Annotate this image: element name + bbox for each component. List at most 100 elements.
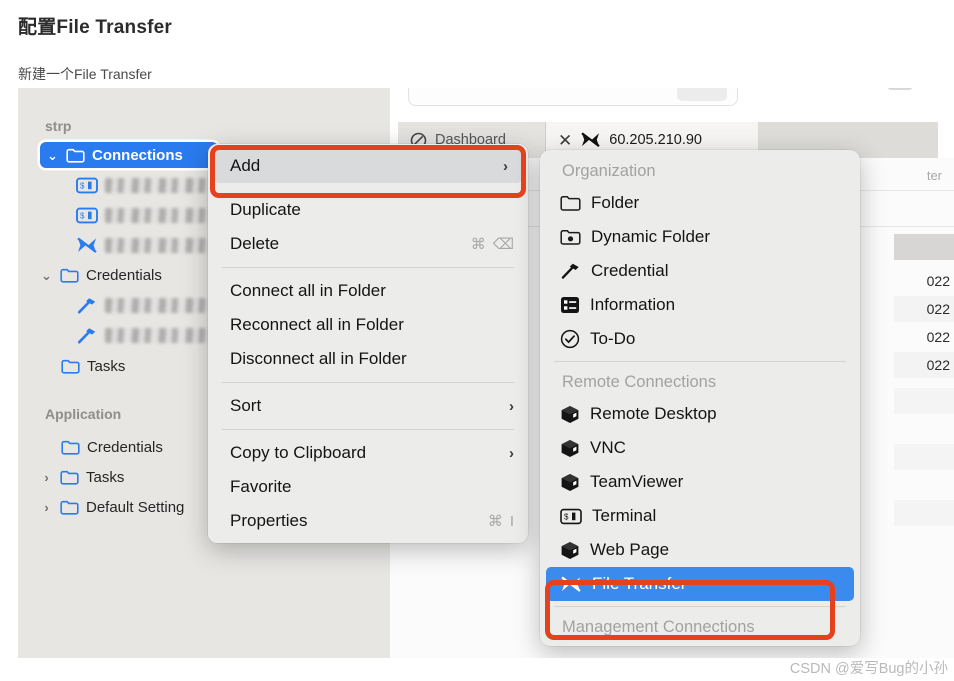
submenu-section-management: Management Connections [562, 617, 755, 636]
cube-icon [560, 541, 580, 560]
submenu-item-credential[interactable]: Credential [540, 254, 860, 288]
submenu-section-remote: Remote Connections [562, 372, 717, 391]
search-pill[interactable] [677, 88, 727, 101]
folder-icon [60, 268, 79, 283]
shortcut-key: I [509, 512, 514, 530]
chevron-down-icon[interactable]: ⌄ [40, 269, 53, 282]
credential-key-icon [76, 296, 98, 315]
file-transfer-icon [580, 131, 601, 149]
submenu-item-web-page[interactable]: Web Page [540, 533, 860, 567]
folder-icon [60, 500, 79, 515]
submenu-item-label: Dynamic Folder [591, 227, 711, 246]
folder-icon [66, 148, 85, 163]
table-row[interactable]: 022 [894, 268, 954, 294]
submenu-item-label: Information [590, 295, 676, 314]
file-transfer-icon [560, 575, 582, 594]
search-input[interactable] [408, 88, 738, 106]
menu-divider [222, 267, 514, 268]
tab-label: 60.205.210.90 [609, 132, 702, 148]
submenu-item-todo[interactable]: To-Do [540, 322, 860, 356]
chevron-right-icon[interactable]: › [40, 501, 53, 514]
folder-icon [61, 440, 80, 455]
credential-key-icon [76, 326, 98, 345]
folder-icon [60, 470, 79, 485]
submenu-item-label: Credential [591, 261, 669, 280]
add-submenu: Organization Folder Dynamic Folder Crede… [540, 150, 860, 646]
context-menu-item-properties[interactable]: Properties ⌘ I [208, 504, 528, 538]
sidebar-item-credential-1[interactable] [76, 292, 225, 318]
submenu-item-information[interactable]: Information [540, 288, 860, 322]
sidebar-group-title-strp: strp [45, 118, 72, 134]
menu-item-label: Connect all in Folder [230, 281, 386, 300]
context-menu-item-delete[interactable]: Delete ⌘ ⌫ [208, 227, 528, 261]
context-menu-item-disconnect-all[interactable]: Disconnect all in Folder [208, 342, 528, 376]
credential-key-icon [560, 262, 581, 280]
sidebar-item-app-credentials[interactable]: Credentials [61, 434, 163, 460]
screenshot-frame: strp ⌄ Connections $ $ ⌄ Credentials Tas… [18, 88, 954, 658]
terminal-icon: $ [76, 207, 98, 224]
context-menu-item-favorite[interactable]: Favorite [208, 470, 528, 504]
chevron-right-icon: › [509, 444, 514, 462]
submenu-item-label: Terminal [592, 506, 657, 525]
menu-item-label: Disconnect all in Folder [230, 349, 407, 368]
sidebar-item-label: Credentials [87, 438, 163, 456]
submenu-divider [554, 606, 846, 607]
context-menu-item-add[interactable]: Add › [214, 149, 522, 183]
sidebar-group-title-application: Application [45, 406, 122, 422]
menu-item-label: Reconnect all in Folder [230, 315, 404, 334]
table-row[interactable]: 022 [894, 296, 954, 322]
menu-item-label: Favorite [230, 477, 292, 496]
submenu-divider [554, 361, 846, 362]
sidebar-item-tasks[interactable]: Tasks [61, 353, 125, 379]
submenu-item-vnc[interactable]: VNC [540, 431, 860, 465]
sidebar-item-app-default-setting[interactable]: › Default Setting [40, 494, 184, 520]
context-menu-item-reconnect-all[interactable]: Reconnect all in Folder [208, 308, 528, 342]
table-row-selected[interactable] [894, 234, 954, 260]
close-icon[interactable]: ✕ [558, 132, 572, 149]
sidebar-item-credential-2[interactable] [76, 322, 219, 348]
sidebar-item-label: Tasks [87, 357, 126, 375]
page-title: 配置File Transfer [18, 17, 172, 38]
chevron-right-icon: › [509, 397, 514, 415]
shortcut-hint: ⌘ I [488, 512, 514, 531]
delete-key-icon: ⌫ [492, 236, 514, 253]
sidebar-item-credentials[interactable]: ⌄ Credentials [40, 262, 162, 288]
submenu-item-teamviewer[interactable]: TeamViewer [540, 465, 860, 499]
submenu-item-file-transfer[interactable]: File Transfer [546, 567, 854, 601]
submenu-item-dynamic-folder[interactable]: Dynamic Folder [540, 220, 860, 254]
sidebar-item-label: Credentials [86, 266, 162, 284]
context-menu-item-connect-all[interactable]: Connect all in Folder [208, 274, 528, 308]
table-row[interactable] [894, 500, 954, 526]
submenu-item-folder[interactable]: Folder [540, 186, 860, 220]
svg-text:$: $ [80, 181, 85, 190]
menu-item-label: Properties [230, 511, 308, 530]
sidebar-item-label: Connections [92, 146, 183, 164]
chevron-right-icon[interactable]: › [40, 471, 53, 484]
submenu-item-label: Web Page [590, 540, 670, 559]
shortcut-hint: ⌘ ⌫ [471, 235, 514, 253]
table-row[interactable] [894, 388, 954, 414]
dynamic-folder-icon [560, 229, 581, 246]
submenu-item-label: TeamViewer [590, 472, 684, 491]
submenu-item-terminal[interactable]: $ Terminal [540, 499, 860, 533]
context-menu-item-sort[interactable]: Sort › [208, 389, 528, 423]
context-menu-item-duplicate[interactable]: Duplicate [208, 193, 528, 227]
sidebar-item-connection-1[interactable]: $ [76, 172, 225, 198]
menu-item-label: Duplicate [230, 200, 301, 219]
menu-divider [222, 429, 514, 430]
context-menu: Add › Duplicate Delete ⌘ ⌫ Connect all i… [208, 144, 528, 543]
submenu-item-remote-desktop[interactable]: Remote Desktop [540, 397, 860, 431]
cube-icon [560, 405, 580, 424]
context-menu-item-copy-to-clipboard[interactable]: Copy to Clipboard › [208, 436, 528, 470]
table-row[interactable]: 022 [894, 324, 954, 350]
submenu-item-label: To-Do [590, 329, 636, 348]
sidebar-item-connections[interactable]: ⌄ Connections [40, 142, 218, 168]
table-row[interactable] [894, 444, 954, 470]
table-row[interactable]: 022 [894, 352, 954, 378]
menu-item-label: Copy to Clipboard [230, 443, 367, 462]
folder-icon [61, 359, 80, 374]
chevron-down-icon[interactable]: ⌄ [46, 149, 59, 162]
submenu-item-label: Remote Desktop [590, 404, 717, 423]
sidebar-item-app-tasks[interactable]: › Tasks [40, 464, 124, 490]
submenu-item-label: Folder [591, 193, 640, 212]
